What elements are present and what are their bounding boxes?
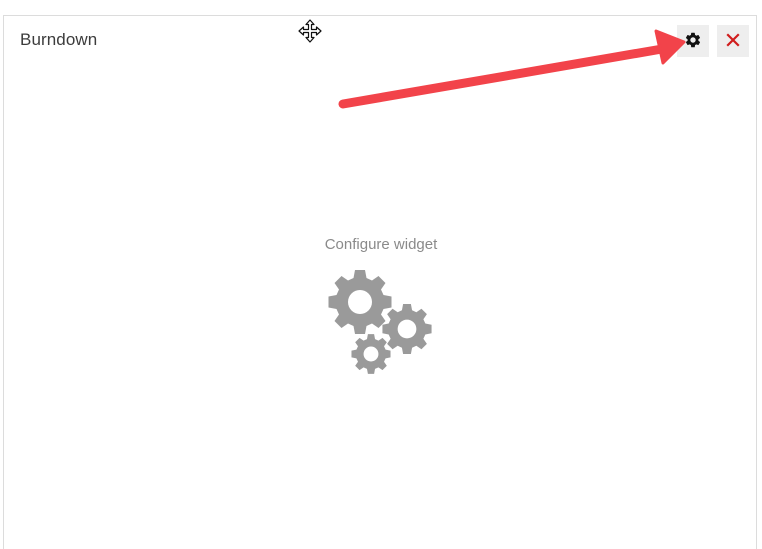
gear-icon	[684, 31, 702, 52]
settings-button[interactable]	[677, 25, 709, 57]
configure-area: Configure widget	[0, 236, 762, 254]
close-button[interactable]	[717, 25, 749, 57]
configure-widget-label[interactable]: Configure widget	[325, 236, 438, 253]
close-icon	[725, 32, 741, 51]
move-cursor-icon	[297, 18, 323, 44]
widget-title: Burndown	[20, 30, 98, 49]
gears-icon	[326, 270, 436, 374]
dashboard-canvas: Burndown Configure widget	[0, 0, 762, 549]
